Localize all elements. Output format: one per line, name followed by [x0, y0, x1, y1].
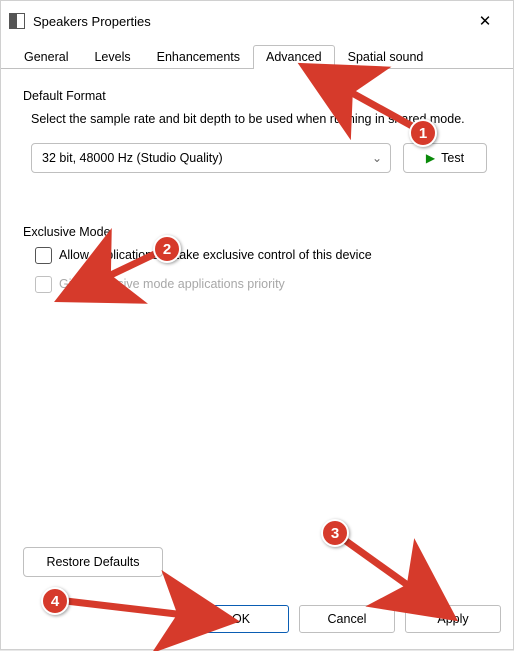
tab-enhancements[interactable]: Enhancements — [144, 45, 253, 69]
default-format-label: Default Format — [15, 89, 499, 103]
exclusive-priority-label: Give exclusive mode applications priorit… — [59, 277, 285, 291]
speakers-icon — [9, 13, 25, 29]
close-button[interactable]: ✕ — [469, 5, 501, 37]
tab-levels[interactable]: Levels — [81, 45, 143, 69]
annotation-marker-3: 3 — [321, 519, 349, 547]
restore-defaults-label: Restore Defaults — [46, 555, 139, 569]
dialog-buttons: OK Cancel Apply — [193, 605, 501, 633]
exclusive-mode-label: Exclusive Mode — [15, 225, 499, 239]
exclusive-allow-checkbox[interactable] — [35, 247, 52, 264]
tab-content-advanced: Default Format Select the sample rate an… — [1, 69, 513, 325]
apply-button[interactable]: Apply — [405, 605, 501, 633]
annotation-marker-2: 2 — [153, 235, 181, 263]
apply-button-label: Apply — [437, 612, 468, 626]
annotation-marker-1: 1 — [409, 119, 437, 147]
default-format-row: 32 bit, 48000 Hz (Studio Quality) ⌄ ▶ Te… — [15, 143, 499, 173]
exclusive-priority-checkbox — [35, 276, 52, 293]
tab-spatial-sound[interactable]: Spatial sound — [335, 45, 437, 69]
exclusive-priority-row: Give exclusive mode applications priorit… — [15, 276, 499, 293]
window-title: Speakers Properties — [33, 14, 469, 29]
tabstrip: General Levels Enhancements Advanced Spa… — [1, 41, 513, 69]
cancel-button[interactable]: Cancel — [299, 605, 395, 633]
tab-general[interactable]: General — [11, 45, 81, 69]
exclusive-allow-row[interactable]: Allow applications to take exclusive con… — [15, 247, 499, 264]
sample-format-value: 32 bit, 48000 Hz (Studio Quality) — [42, 151, 223, 165]
close-icon: ✕ — [479, 12, 492, 30]
test-button[interactable]: ▶ Test — [403, 143, 487, 173]
tab-advanced[interactable]: Advanced — [253, 45, 335, 69]
titlebar: Speakers Properties ✕ — [1, 1, 513, 41]
test-button-label: Test — [441, 151, 464, 165]
restore-defaults-button[interactable]: Restore Defaults — [23, 547, 163, 577]
speakers-properties-window: Speakers Properties ✕ General Levels Enh… — [0, 0, 514, 650]
chevron-down-icon: ⌄ — [372, 151, 382, 165]
exclusive-allow-label: Allow applications to take exclusive con… — [59, 248, 372, 262]
annotation-marker-4: 4 — [41, 587, 69, 615]
exclusive-mode-group: Exclusive Mode Allow applications to tak… — [15, 219, 499, 315]
cancel-button-label: Cancel — [328, 612, 367, 626]
ok-button-label: OK — [232, 612, 250, 626]
play-icon: ▶ — [426, 151, 435, 165]
sample-format-dropdown[interactable]: 32 bit, 48000 Hz (Studio Quality) ⌄ — [31, 143, 391, 173]
ok-button[interactable]: OK — [193, 605, 289, 633]
